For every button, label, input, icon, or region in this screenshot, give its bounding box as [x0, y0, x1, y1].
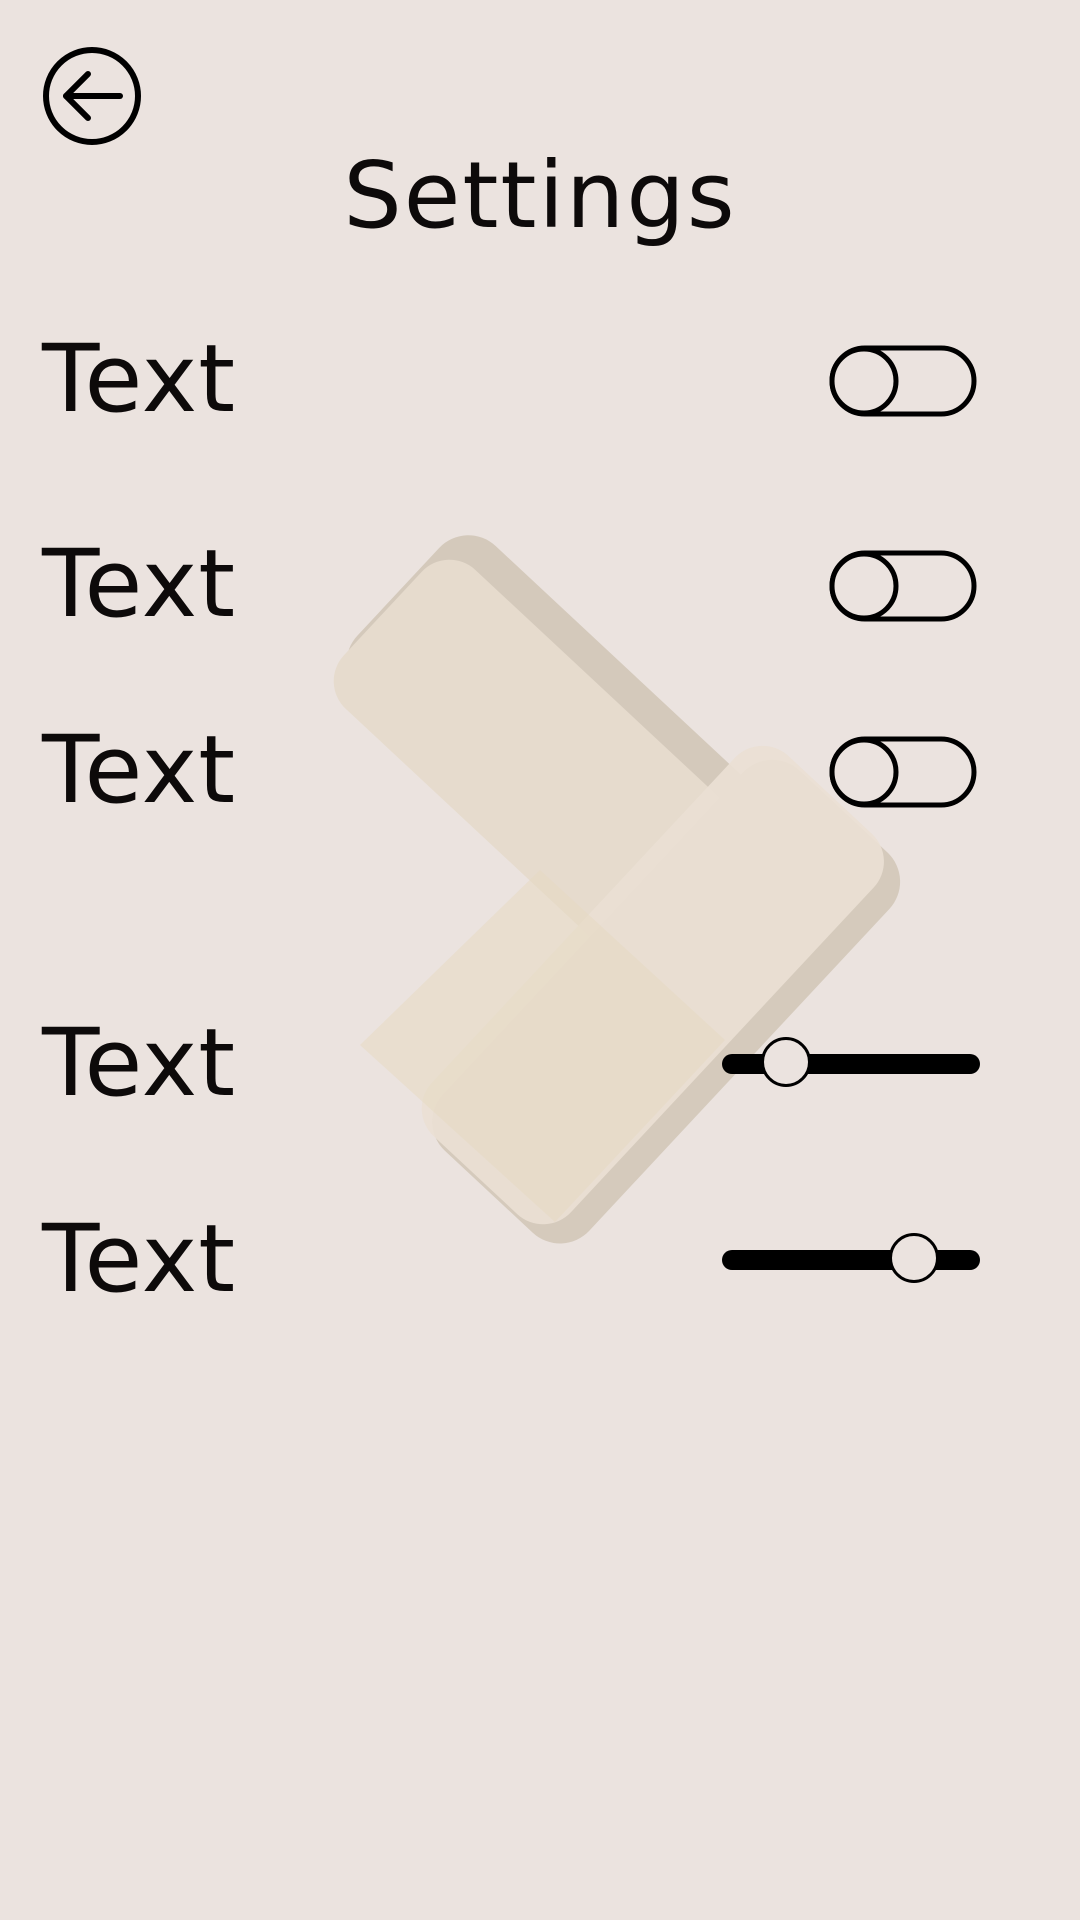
setting-label: Text — [42, 1205, 237, 1314]
setting-label: Text — [42, 1009, 237, 1118]
setting-row-toggle-2: Text — [0, 525, 1080, 645]
setting-row-toggle-3: Text — [0, 711, 1080, 831]
setting-label: Text — [42, 530, 237, 639]
toggle-switch[interactable] — [829, 736, 977, 808]
arrow-left-circle-icon — [43, 47, 141, 145]
setting-row-toggle-1: Text — [0, 320, 1080, 440]
slider-track[interactable] — [722, 1250, 980, 1270]
setting-row-slider-1: Text — [0, 1004, 1080, 1124]
setting-label: Text — [42, 325, 237, 434]
slider[interactable] — [718, 1032, 984, 1096]
slider[interactable] — [718, 1228, 984, 1292]
slider-thumb[interactable] — [761, 1037, 812, 1087]
setting-row-slider-2: Text — [0, 1200, 1080, 1320]
settings-screen: Settings Text Text Text Text Text — [0, 0, 1080, 1920]
logo-watermark — [333, 535, 901, 1244]
toggle-switch[interactable] — [829, 550, 977, 622]
setting-label: Text — [42, 716, 237, 825]
toggle-switch[interactable] — [829, 345, 977, 417]
back-button[interactable] — [42, 46, 142, 146]
slider-thumb[interactable] — [888, 1233, 939, 1283]
page-title: Settings — [343, 142, 737, 249]
